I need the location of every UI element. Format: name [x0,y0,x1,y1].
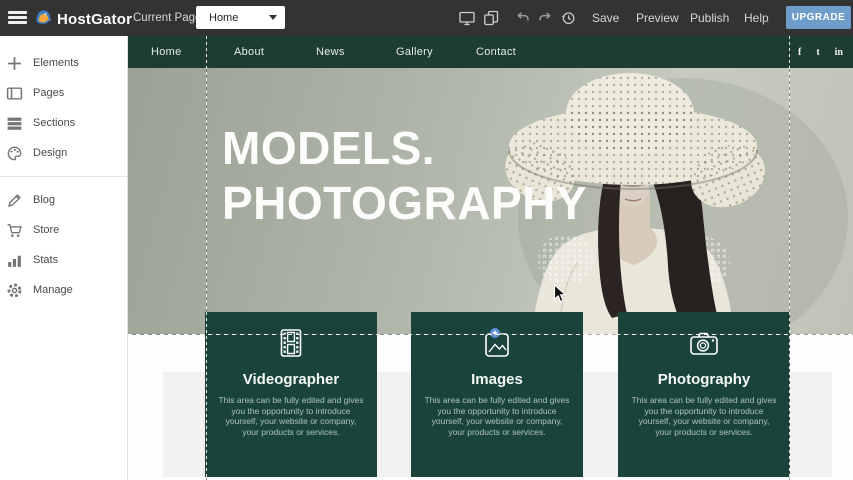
camera-icon[interactable] [618,327,790,363]
card-photography[interactable]: Photography This area can be fully edite… [618,312,790,477]
twitter-icon[interactable]: t [816,47,819,58]
sidebar-item-pages[interactable]: Pages [0,78,127,108]
publish-button[interactable]: Publish [690,0,729,36]
sidebar-item-blog[interactable]: Blog [0,185,127,215]
gator-mascot-icon [33,6,54,32]
sidebar-divider [0,176,127,177]
brand-name: HostGator [57,11,132,28]
app-toolbar: HostGator Current Page: Home Save Previe… [0,0,853,36]
site-nav-home[interactable]: Home [151,36,182,68]
site-editor-canvas: Home About News Gallery Contact f t in [128,36,853,480]
hero-section[interactable]: MODELS. PHOTOGRAPHY [128,68,853,335]
site-nav-contact[interactable]: Contact [476,36,516,68]
undo-icon[interactable] [515,10,531,26]
hero-heading-line1: MODELS. [222,121,587,176]
hostgator-builder-window: HostGator Current Page: Home Save Previe… [0,0,853,480]
desktop-preview-icon[interactable] [459,10,475,26]
current-page-label: Current Page: [133,0,205,36]
editor-sidebar: Elements Pages Sections Design Blog [0,36,128,480]
sidebar-item-design[interactable]: Design [0,138,127,168]
sidebar-item-stats[interactable]: Stats [0,245,127,275]
preview-button[interactable]: Preview [636,0,679,36]
site-nav-news[interactable]: News [316,36,345,68]
card-videographer[interactable]: Videographer This area can be fully edit… [205,312,377,477]
card-title[interactable]: Videographer [205,371,377,388]
site-nav-about[interactable]: About [234,36,264,68]
page-select-value: Home [196,12,269,24]
pencil-icon [6,192,23,209]
facebook-icon[interactable]: f [798,47,801,58]
card-images[interactable]: Images This area can be fully edited and… [411,312,583,477]
history-icon[interactable] [560,10,576,26]
hero-heading[interactable]: MODELS. PHOTOGRAPHY [222,121,587,231]
bar-chart-icon [6,252,23,269]
sidebar-item-manage[interactable]: Manage [0,275,127,305]
plus-icon [6,55,23,72]
linkedin-icon[interactable]: in [835,47,843,58]
film-strip-icon[interactable] [205,327,377,363]
page-select-dropdown[interactable]: Home [196,6,285,29]
hamburger-menu-icon[interactable] [8,11,27,25]
hostgator-logo: HostGator [33,6,132,32]
site-nav-gallery[interactable]: Gallery [396,36,433,68]
help-button[interactable]: Help [744,0,769,36]
card-title[interactable]: Images [411,371,583,388]
gear-icon [6,282,23,299]
card-description[interactable]: This area can be fully edited and gives … [630,395,778,437]
image-add-icon[interactable] [411,327,583,363]
palette-icon [6,145,23,162]
hero-heading-line2: PHOTOGRAPHY [222,176,587,231]
cart-icon [6,222,23,239]
mobile-preview-icon[interactable] [483,10,499,26]
social-links: f t in [798,36,843,68]
save-button[interactable]: Save [592,0,619,36]
card-description[interactable]: This area can be fully edited and gives … [217,395,365,437]
card-title[interactable]: Photography [618,371,790,388]
upgrade-button[interactable]: UPGRADE [786,6,851,29]
sidebar-item-elements[interactable]: Elements [0,48,127,78]
card-description[interactable]: This area can be fully edited and gives … [423,395,571,437]
site-navbar: Home About News Gallery Contact f t in [128,36,853,68]
sections-icon [6,115,23,132]
page-icon [6,85,23,102]
sidebar-item-sections[interactable]: Sections [0,108,127,138]
sidebar-item-store[interactable]: Store [0,215,127,245]
redo-icon[interactable] [537,10,553,26]
chevron-down-icon [269,15,277,20]
